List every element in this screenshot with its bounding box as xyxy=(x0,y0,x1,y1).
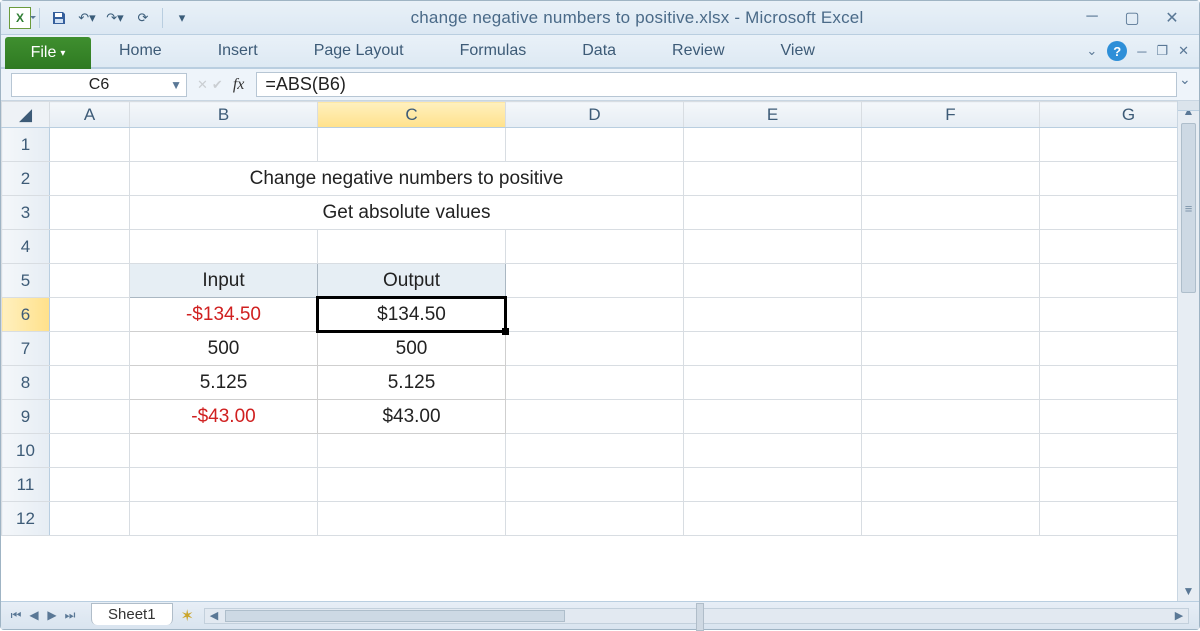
cell-b8[interactable]: 5.125 xyxy=(130,366,318,400)
title-bar: X ↶▾ ↷▾ ⟳ ▾ change negative numbers to p… xyxy=(1,1,1199,35)
refresh-icon[interactable]: ⟳ xyxy=(132,7,154,29)
grid-scroll[interactable]: ◢ A B C D E F G 1 2 Change negative numb… xyxy=(1,101,1177,601)
row-header[interactable]: 5 xyxy=(2,264,50,298)
tab-insert[interactable]: Insert xyxy=(190,35,286,67)
tab-formulas[interactable]: Formulas xyxy=(432,35,555,67)
status-bar: ⏮ ◀ ▶ ⏭ Sheet1 ✶ ◀ ▶ xyxy=(1,601,1199,629)
col-header[interactable]: G xyxy=(1040,102,1178,128)
sheet-subtitle[interactable]: Get absolute values xyxy=(130,196,684,230)
row-header[interactable]: 1 xyxy=(2,128,50,162)
spreadsheet-grid[interactable]: ◢ A B C D E F G 1 2 Change negative numb… xyxy=(1,101,1177,536)
enter-formula-icon: ✔ xyxy=(212,77,223,93)
name-box-wrap: C6 ▼ xyxy=(1,69,191,100)
maximize-icon[interactable]: ▢ xyxy=(1121,8,1143,28)
cell-c8[interactable]: 5.125 xyxy=(318,366,506,400)
name-box[interactable]: C6 ▼ xyxy=(11,73,187,97)
tab-view[interactable]: View xyxy=(753,35,843,67)
tab-review[interactable]: Review xyxy=(644,35,752,67)
next-sheet-icon[interactable]: ▶ xyxy=(43,608,61,623)
workbook-close-icon[interactable]: ✕ xyxy=(1178,43,1189,59)
hscroll-thumb[interactable] xyxy=(225,610,565,622)
col-header[interactable]: C xyxy=(318,102,506,128)
quick-access-toolbar: X ↶▾ ↷▾ ⟳ ▾ xyxy=(9,7,193,29)
row-header[interactable]: 2 xyxy=(2,162,50,196)
window-controls: ─ ▢ ✕ xyxy=(1081,8,1191,28)
cell-b6[interactable]: -$134.50 xyxy=(130,298,318,332)
prev-sheet-icon[interactable]: ◀ xyxy=(25,608,43,623)
tab-page-layout[interactable]: Page Layout xyxy=(286,35,432,67)
close-icon[interactable]: ✕ xyxy=(1161,8,1183,28)
qat-customize-icon[interactable]: ▾ xyxy=(171,7,193,29)
sheet-tab-nav: ⏮ ◀ ▶ ⏭ xyxy=(1,608,85,623)
chevron-down-icon: ▾ xyxy=(60,48,65,59)
row-header[interactable]: 4 xyxy=(2,230,50,264)
select-all-corner[interactable]: ◢ xyxy=(2,102,50,128)
col-header[interactable]: A xyxy=(50,102,130,128)
scroll-notch-icon: ≡ xyxy=(1181,197,1196,219)
formula-bar-expand-icon[interactable]: ⌄ xyxy=(1179,71,1195,88)
row-header[interactable]: 8 xyxy=(2,366,50,400)
redo-icon[interactable]: ↷▾ xyxy=(104,7,126,29)
last-sheet-icon[interactable]: ⏭ xyxy=(61,608,79,623)
formula-input[interactable]: =ABS(B6) xyxy=(256,72,1177,97)
chevron-down-icon[interactable]: ▼ xyxy=(170,78,182,92)
row-header[interactable]: 9 xyxy=(2,400,50,434)
table-header-input[interactable]: Input xyxy=(130,264,318,298)
sheet-title[interactable]: Change negative numbers to positive xyxy=(130,162,684,196)
row-header[interactable]: 6 xyxy=(2,298,50,332)
new-sheet-icon[interactable]: ✶ xyxy=(181,606,194,626)
cell-c7[interactable]: 500 xyxy=(318,332,506,366)
col-header[interactable]: F xyxy=(862,102,1040,128)
scroll-right-icon[interactable]: ▶ xyxy=(1170,609,1188,623)
cell-b9[interactable]: -$43.00 xyxy=(130,400,318,434)
formula-buttons: ✕ ✔ fx xyxy=(191,69,256,100)
col-header[interactable]: D xyxy=(506,102,684,128)
qat-separator xyxy=(39,8,40,28)
split-box-icon[interactable] xyxy=(1178,101,1199,111)
cell-c9[interactable]: $43.00 xyxy=(318,400,506,434)
worksheet-area: ◢ A B C D E F G 1 2 Change negative numb… xyxy=(1,101,1199,601)
undo-icon[interactable]: ↶▾ xyxy=(76,7,98,29)
cell-b7[interactable]: 500 xyxy=(130,332,318,366)
cell-c6[interactable]: $134.50 xyxy=(318,298,506,332)
tab-home[interactable]: Home xyxy=(91,35,190,67)
formula-text: =ABS(B6) xyxy=(265,74,346,95)
minimize-icon[interactable]: ─ xyxy=(1081,8,1103,28)
save-icon[interactable] xyxy=(48,7,70,29)
name-box-value: C6 xyxy=(89,76,109,94)
row-header[interactable]: 3 xyxy=(2,196,50,230)
row-header[interactable]: 12 xyxy=(2,502,50,536)
qat-separator xyxy=(162,8,163,28)
file-tab[interactable]: File ▾ xyxy=(5,37,91,69)
workbook-restore-icon[interactable]: ❐ xyxy=(1156,43,1168,59)
help-icon[interactable]: ? xyxy=(1107,41,1127,61)
cancel-formula-icon: ✕ xyxy=(197,77,208,93)
scroll-down-icon[interactable]: ▼ xyxy=(1178,581,1199,601)
scroll-left-icon[interactable]: ◀ xyxy=(205,609,223,623)
ribbon-tabs: File ▾ Home Insert Page Layout Formulas … xyxy=(1,35,1199,69)
sheet-tab[interactable]: Sheet1 xyxy=(91,603,173,625)
formula-bar: C6 ▼ ✕ ✔ fx =ABS(B6) ⌄ xyxy=(1,69,1199,101)
row-header[interactable]: 10 xyxy=(2,434,50,468)
col-header[interactable]: E xyxy=(684,102,862,128)
tab-data[interactable]: Data xyxy=(554,35,644,67)
row-header[interactable]: 11 xyxy=(2,468,50,502)
ribbon-right-controls: ⌄ ? ─ ❐ ✕ xyxy=(1086,35,1199,67)
row-header[interactable]: 7 xyxy=(2,332,50,366)
window-title: change negative numbers to positive.xlsx… xyxy=(193,8,1081,28)
table-header-output[interactable]: Output xyxy=(318,264,506,298)
excel-app-icon[interactable]: X xyxy=(9,7,31,29)
ribbon-minimize-icon[interactable]: ⌄ xyxy=(1086,43,1097,59)
fx-icon[interactable]: fx xyxy=(227,76,251,94)
col-header[interactable]: B xyxy=(130,102,318,128)
vertical-scrollbar[interactable]: ▲ ≡ ▼ xyxy=(1177,101,1199,601)
horizontal-scrollbar[interactable]: ◀ ▶ xyxy=(204,608,1189,624)
workbook-minimize-icon[interactable]: ─ xyxy=(1137,44,1146,59)
first-sheet-icon[interactable]: ⏮ xyxy=(7,608,25,623)
file-tab-label: File xyxy=(31,44,57,62)
